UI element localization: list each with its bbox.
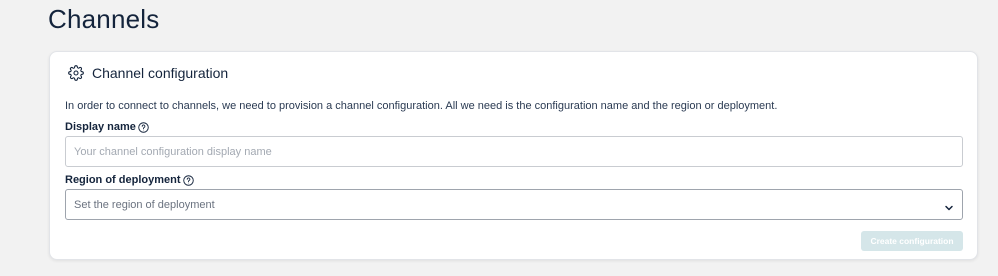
display-name-label: Display name [65, 121, 149, 133]
create-configuration-button[interactable]: Create configuration [861, 231, 963, 251]
gear-icon [68, 65, 84, 81]
display-name-input[interactable] [65, 136, 963, 167]
help-circle-icon[interactable] [138, 121, 149, 133]
card-description: In order to connect to channels, we need… [65, 100, 778, 112]
channels-page: Channels Channel configuration In order … [0, 0, 998, 276]
channel-configuration-card: Channel configuration In order to connec… [49, 51, 978, 260]
help-circle-icon[interactable] [182, 174, 194, 186]
region-label-text: Region of deployment [65, 174, 181, 186]
card-header: Channel configuration [68, 65, 228, 81]
region-select[interactable]: Set the region of deployment [65, 189, 963, 220]
display-name-label-text: Display name [65, 121, 136, 133]
chevron-down-icon [944, 200, 954, 210]
region-select-value: Set the region of deployment [74, 198, 215, 211]
region-label: Region of deployment [65, 174, 194, 186]
page-title: Channels [48, 4, 160, 34]
card-title: Channel configuration [92, 65, 229, 81]
